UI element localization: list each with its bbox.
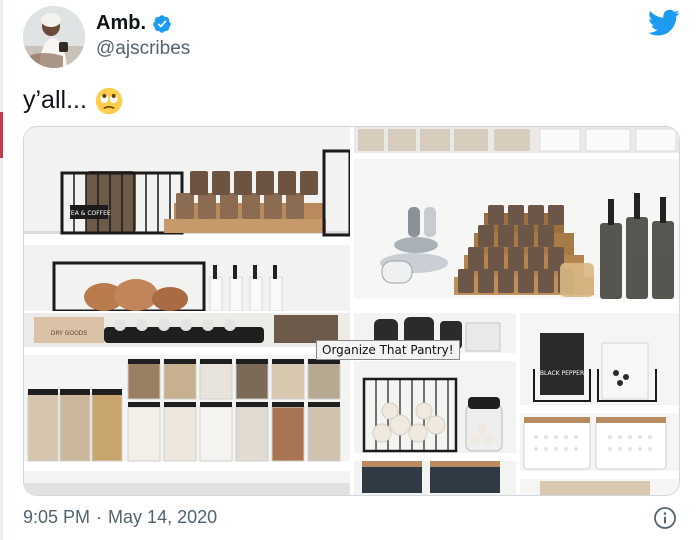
tweet-text: y’all... — [23, 86, 123, 115]
image-tooltip: Organize That Pantry! — [316, 340, 460, 360]
photo-spice-tiers[interactable] — [354, 127, 679, 311]
black-pepper-label: BLACK PEPPER — [540, 370, 584, 377]
timestamp-separator: · — [96, 507, 103, 527]
verified-badge-icon — [153, 14, 171, 33]
user-handle[interactable]: @ajscribes — [96, 38, 190, 60]
info-icon[interactable] — [653, 506, 677, 530]
tweet-card: Amb. @ajscribes y’all... TEA & COFFEE DR… — [0, 0, 699, 540]
photo-canister-shelf[interactable]: DRY GOODS — [24, 313, 350, 495]
timestamp[interactable]: 9:05 PM · May 14, 2020 — [23, 507, 217, 528]
dry-goods-label: DRY GOODS — [51, 330, 88, 337]
rolling-eyes-emoji-icon — [95, 87, 123, 114]
photo-pantry-baskets[interactable]: TEA & COFFEE — [24, 127, 350, 311]
media-divider — [24, 311, 679, 313]
tweet-time: 9:05 PM — [23, 507, 91, 527]
tweet-date: May 14, 2020 — [108, 507, 218, 527]
photo-white-baskets[interactable]: BLACK PEPPER — [520, 313, 679, 495]
tweet-body: y’all... — [23, 86, 87, 114]
avatar[interactable] — [23, 6, 85, 68]
twitter-bird-icon[interactable] — [648, 9, 680, 37]
tea-coffee-label: TEA & COFFEE — [66, 210, 111, 217]
display-name[interactable]: Amb. — [96, 12, 146, 35]
window-edge — [0, 0, 3, 540]
media-grid[interactable]: TEA & COFFEE DRY GOODS BLACK PEPPER — [23, 126, 680, 496]
media-divider — [516, 313, 520, 495]
